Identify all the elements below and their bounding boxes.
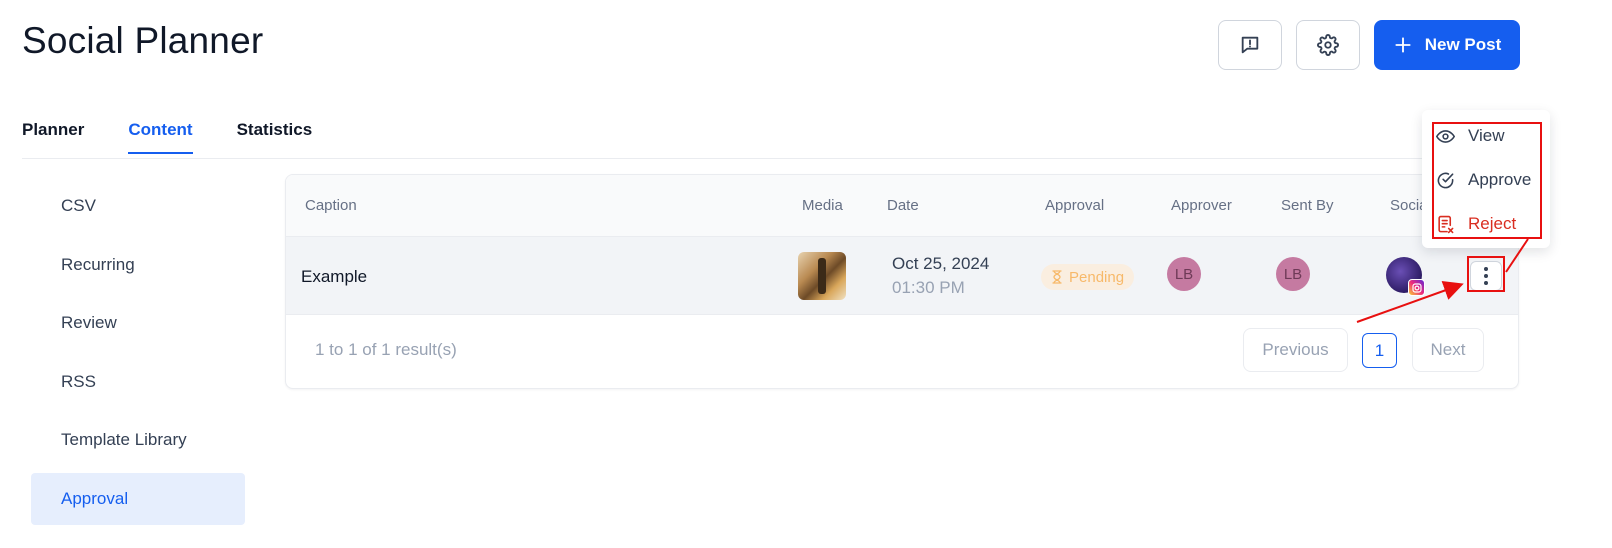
column-approver: Approver <box>1171 197 1232 214</box>
approval-table: Caption Media Date Approval Approver Sen… <box>285 174 1519 389</box>
date-cell: Oct 25, 2024 01:30 PM <box>892 254 989 298</box>
caption-cell: Example <box>301 267 368 286</box>
new-post-button[interactable]: New Post <box>1374 20 1520 70</box>
sidebar-item-review[interactable]: Review <box>31 297 245 349</box>
new-post-label: New Post <box>1424 35 1502 54</box>
sidebar-item-approval[interactable]: Approval <box>31 472 245 525</box>
next-page-button[interactable]: Next <box>1412 328 1484 372</box>
table-row[interactable]: Example Oct 25, 2024 01:30 PM Pending LB… <box>286 237 1518 315</box>
post-date: Oct 25, 2024 <box>892 254 990 273</box>
status-badge: Pending <box>1041 264 1135 290</box>
column-caption: Caption <box>305 197 357 214</box>
page-number-button[interactable]: 1 <box>1362 333 1397 368</box>
plus-icon <box>1395 37 1411 53</box>
hourglass-icon <box>1052 270 1062 284</box>
column-approval: Approval <box>1045 197 1105 214</box>
tab-bar: Planner Content Statistics <box>22 120 312 154</box>
gear-icon <box>1317 34 1339 56</box>
media-thumbnail[interactable] <box>798 252 846 300</box>
post-time: 01:30 PM <box>892 278 965 297</box>
sidebar-item-template-library[interactable]: Template Library <box>31 414 245 466</box>
approver-avatar: LB <box>1167 257 1201 291</box>
annotation-highlight-kebab <box>1467 256 1505 292</box>
previous-page-button[interactable]: Previous <box>1243 328 1348 372</box>
sent-by-avatar: LB <box>1276 257 1310 291</box>
page-title: Social Planner <box>22 20 264 61</box>
annotation-highlight-menu <box>1432 122 1542 239</box>
sidebar-item-recurring[interactable]: Recurring <box>31 239 245 291</box>
tab-statistics[interactable]: Statistics <box>237 120 313 154</box>
feedback-button[interactable] <box>1218 20 1282 70</box>
table-header: Caption Media Date Approval Approver Sen… <box>286 175 1518 237</box>
settings-button[interactable] <box>1296 20 1360 70</box>
tab-content[interactable]: Content <box>128 120 193 154</box>
column-date: Date <box>887 197 919 214</box>
tab-planner[interactable]: Planner <box>22 120 84 154</box>
sidebar-item-csv[interactable]: CSV <box>31 180 245 232</box>
column-sent-by: Sent By <box>1281 197 1334 214</box>
table-footer: 1 to 1 of 1 result(s) Previous 1 Next <box>286 315 1518 388</box>
column-media: Media <box>802 197 843 214</box>
sidebar: CSV Recurring Review RSS Template Librar… <box>31 180 245 531</box>
tabs-divider <box>22 158 1522 159</box>
results-count: 1 to 1 of 1 result(s) <box>315 340 457 359</box>
message-alert-icon <box>1241 36 1259 54</box>
status-badge-label: Pending <box>1069 268 1125 286</box>
instagram-icon <box>1408 279 1425 296</box>
sidebar-item-rss[interactable]: RSS <box>31 356 245 408</box>
